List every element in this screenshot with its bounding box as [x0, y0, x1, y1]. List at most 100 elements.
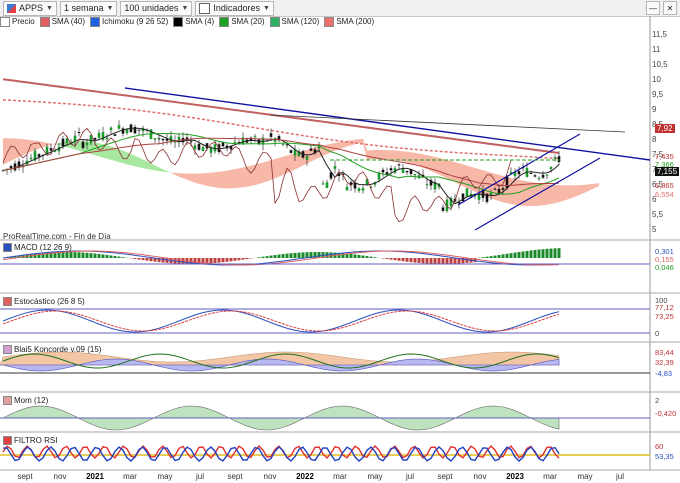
time-tick: 2021: [86, 472, 104, 481]
ichimoku-cloud: [199, 173, 203, 185]
ichimoku-cloud: [587, 184, 591, 192]
macd-histogram-bar: [405, 258, 409, 262]
time-tick: mar: [123, 472, 137, 481]
ichimoku-cloud: [207, 172, 211, 187]
macd-histogram-bar: [393, 258, 397, 261]
macd-histogram-bar: [113, 255, 117, 258]
candle-body: [105, 137, 109, 140]
macd-histogram-bar: [389, 258, 393, 260]
candle-body: [189, 141, 193, 143]
macd-histogram-bar: [509, 253, 513, 258]
ichimoku-cloud: [159, 167, 163, 172]
macd-histogram-bar: [37, 253, 41, 258]
ichimoku-cloud: [395, 150, 399, 161]
macd-histogram-bar: [209, 258, 213, 264]
macd-histogram-bar: [233, 258, 237, 261]
time-tick: may: [157, 472, 173, 481]
macd-histogram-bar: [277, 254, 281, 258]
ichimoku-cloud: [403, 151, 407, 163]
macd-histogram-bar: [525, 250, 529, 258]
macd-histogram-bar: [449, 258, 453, 264]
price-chart[interactable]: [0, 0, 680, 483]
candle-body: [529, 172, 533, 174]
macd-histogram-bar: [229, 258, 233, 262]
macd-histogram-bar: [77, 252, 81, 258]
macd-histogram-bar: [273, 255, 277, 258]
ichimoku-cloud: [583, 184, 587, 194]
ichimoku-cloud: [279, 156, 283, 177]
ichimoku-cloud: [439, 157, 443, 177]
candle-body: [465, 188, 469, 197]
candle-body: [269, 133, 273, 137]
macd-histogram-bar: [149, 258, 153, 262]
price-tick: 11,5: [652, 30, 667, 39]
macd-histogram-bar: [501, 254, 505, 258]
macd-histogram-bar: [225, 258, 229, 262]
macd-histogram-bar: [513, 252, 517, 258]
ichimoku-cloud: [335, 142, 339, 151]
ichimoku-cloud: [191, 173, 195, 183]
macd-histogram-bar: [433, 258, 437, 264]
macd-histogram-bar: [145, 258, 149, 261]
ichimoku-cloud: [251, 164, 255, 186]
level-tag-3: 6,865: [655, 181, 674, 190]
macd-histogram-bar: [101, 254, 105, 258]
macd-histogram-bar: [553, 248, 557, 258]
ichimoku-cloud: [263, 161, 267, 183]
ichimoku-cloud: [551, 184, 555, 204]
stoch-title: Estocástico (26 8 5): [3, 297, 85, 306]
macd-histogram-bar: [417, 258, 421, 263]
ichimoku-cloud: [559, 185, 563, 203]
candle-body: [505, 176, 509, 188]
ichimoku-cloud: [239, 167, 243, 188]
candle-body: [501, 188, 505, 190]
candle-body: [289, 150, 293, 153]
ichimoku-cloud: [283, 155, 287, 176]
candle-body: [545, 174, 549, 176]
candle-body: [557, 156, 561, 162]
ichimoku-cloud: [391, 150, 395, 160]
time-tick: jul: [195, 472, 205, 481]
candle-body: [213, 144, 217, 152]
macd-histogram-bar: [481, 257, 485, 258]
ichimoku-cloud: [135, 155, 139, 168]
candle-body: [61, 138, 65, 147]
candle-body: [425, 184, 429, 186]
macd-histogram-bar: [301, 252, 305, 258]
ichimoku-cloud: [23, 139, 27, 156]
candle-body: [77, 131, 81, 133]
candle-body: [281, 143, 285, 145]
ichimoku-cloud: [243, 166, 247, 188]
candle-body: [321, 183, 325, 185]
koncorde-val-1: 83,44: [655, 348, 674, 357]
candle-body: [333, 165, 337, 169]
candle-body: [537, 177, 541, 179]
ichimoku-cloud: [47, 142, 51, 147]
ichimoku-cloud: [339, 141, 343, 150]
macd-histogram-bar: [445, 258, 449, 264]
time-tick: mar: [333, 472, 347, 481]
candle-body: [357, 188, 361, 192]
time-tick: may: [367, 472, 383, 481]
candle-body: [389, 168, 393, 171]
macd-histogram-bar: [529, 250, 533, 258]
macd-histogram-bar: [441, 258, 445, 264]
ichimoku-cloud: [575, 185, 579, 197]
ichimoku-cloud: [107, 145, 111, 160]
macd-histogram-bar: [361, 255, 365, 258]
candle-body: [93, 137, 97, 140]
ichimoku-cloud: [35, 140, 39, 151]
candle-body: [137, 129, 141, 131]
candle-body: [353, 183, 357, 189]
data-source: ProRealTime.com - Fin de Día: [3, 232, 111, 241]
ichimoku-cloud: [175, 172, 179, 177]
koncorde-title: Blai5 Koncorde v.09 (15): [3, 345, 101, 354]
time-tick: sept: [437, 472, 453, 481]
rsi-filter-title: FILTRO RSI: [3, 436, 57, 445]
macd-histogram-bar: [533, 249, 537, 258]
macd-histogram-bar: [557, 248, 561, 258]
macd-histogram-bar: [421, 258, 425, 264]
macd-histogram-bar: [261, 256, 265, 258]
ichimoku-cloud: [531, 182, 535, 207]
horizontal-line: [269, 114, 626, 133]
